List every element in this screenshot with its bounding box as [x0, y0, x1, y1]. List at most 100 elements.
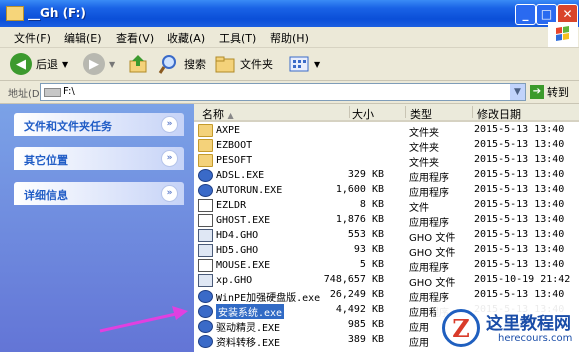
- file-row[interactable]: GHOST.EXE 1,876 KB 应用程序 2015-5-13 13:40: [194, 213, 579, 229]
- file-name: xp.GHO: [198, 274, 252, 287]
- task-group-label: 详细信息: [24, 189, 68, 202]
- minimize-icon: _: [522, 7, 529, 21]
- dropdown-arrow-icon: ▼: [314, 59, 321, 69]
- column-separator[interactable]: [349, 106, 350, 118]
- file-type: 应用程序: [409, 173, 449, 184]
- file-row[interactable]: ADSL.EXE 329 KB 应用程序 2015-5-13 13:40: [194, 168, 579, 184]
- menu-favorites[interactable]: 收藏(A): [167, 30, 205, 46]
- column-separator[interactable]: [405, 106, 406, 118]
- chevron-expand-icon[interactable]: »: [161, 150, 178, 167]
- file-size: 748,657 KB: [323, 274, 384, 285]
- task-pane: 文件和文件夹任务 » 其它位置 » 详细信息 »: [0, 104, 194, 352]
- chevron-expand-icon[interactable]: »: [161, 116, 178, 133]
- back-button[interactable]: ◀ 后退 ▼: [10, 52, 68, 76]
- file-name: EZBOOT: [198, 139, 252, 152]
- file-row[interactable]: HD4.GHO 553 KB GHO 文件 2015-5-13 13:40: [194, 228, 579, 244]
- file-type: GHO 文件: [409, 278, 456, 289]
- windows-logo-icon: [548, 22, 578, 47]
- file-date: 2015-5-13 13:40: [474, 214, 565, 225]
- file-size: 389 KB: [347, 334, 384, 345]
- file-row[interactable]: MOUSE.EXE 5 KB 应用程序 2015-5-13 13:40: [194, 258, 579, 274]
- file-icon: [198, 199, 213, 212]
- go-button[interactable]: ➔ 转到: [530, 84, 569, 100]
- file-name-text: AXPE: [216, 125, 241, 136]
- file-row[interactable]: HD5.GHO 93 KB GHO 文件 2015-5-13 13:40: [194, 243, 579, 259]
- file-date: 2015-5-13 13:40: [474, 154, 565, 165]
- file-type: 文件夹: [409, 158, 439, 169]
- column-name-label: 名称: [202, 108, 224, 121]
- watermark-title: 这里教程网: [486, 314, 571, 334]
- menu-tools[interactable]: 工具(T): [219, 30, 256, 46]
- file-name-text: WinPE加强硬盘版.exe: [216, 293, 321, 304]
- address-value: F:\: [63, 86, 75, 97]
- file-row[interactable]: WinPE加强硬盘版.exe 26,249 KB 应用程序 2015-5-13 13:…: [194, 288, 579, 304]
- search-button[interactable]: 搜索: [158, 52, 206, 76]
- column-type[interactable]: 类型: [410, 106, 432, 122]
- dropdown-arrow-icon: ▼: [109, 59, 116, 69]
- column-date[interactable]: 修改日期: [477, 106, 521, 122]
- menu-view[interactable]: 查看(V): [116, 30, 154, 46]
- search-label: 搜索: [184, 58, 206, 71]
- file-icon: [198, 259, 213, 272]
- folders-label: 文件夹: [240, 58, 273, 71]
- drive-icon: [44, 88, 61, 97]
- column-header: 名称 ▲ 大小 类型 修改日期: [194, 104, 579, 122]
- close-icon: ✕: [562, 7, 573, 21]
- file-type: 应用程序: [409, 188, 449, 199]
- app-icon: [198, 305, 213, 318]
- file-date: 2015-5-13 13:40: [474, 199, 565, 210]
- file-size: 26,249 KB: [329, 289, 384, 300]
- folders-button[interactable]: 文件夹: [214, 52, 273, 76]
- app-icon: [198, 335, 213, 348]
- views-button[interactable]: ▼: [288, 52, 320, 76]
- menu-help[interactable]: 帮助(H): [270, 30, 309, 46]
- file-name-text: PESOFT: [216, 155, 253, 166]
- file-size: 985 KB: [347, 319, 384, 330]
- file-row[interactable]: EZLDR 8 KB 文件 2015-5-13 13:40: [194, 198, 579, 214]
- menu-edit[interactable]: 编辑(E): [64, 30, 102, 46]
- file-name: HD4.GHO: [198, 229, 258, 242]
- address-input[interactable]: F:\ ▼: [40, 83, 526, 101]
- task-group-file-folder[interactable]: 文件和文件夹任务 »: [14, 113, 184, 136]
- file-row[interactable]: xp.GHO 748,657 KB GHO 文件 2015-10-19 21:42: [194, 273, 579, 289]
- toolbar: ◀ 后退 ▼ ▶ ▼ 搜索 文件夹 ▼: [0, 48, 579, 81]
- file-row[interactable]: AUTORUN.EXE 1,600 KB 应用程序 2015-5-13 13:40: [194, 183, 579, 199]
- file-name: EZLDR: [198, 199, 246, 212]
- forward-button[interactable]: ▶ ▼: [83, 52, 115, 76]
- file-row[interactable]: AXPE 文件夹 2015-5-13 13:40: [194, 123, 579, 139]
- file-row[interactable]: PESOFT 文件夹 2015-5-13 13:40: [194, 153, 579, 169]
- file-type: 应用程序: [409, 218, 449, 229]
- column-name[interactable]: 名称 ▲: [202, 106, 234, 122]
- minimize-button[interactable]: _: [515, 4, 536, 25]
- watermark-logo: Z: [442, 309, 480, 347]
- file-name-text: AUTORUN.EXE: [216, 185, 283, 196]
- column-size[interactable]: 大小: [352, 106, 374, 122]
- file-type: 应用: [409, 323, 429, 334]
- file-type: 应用: [409, 338, 429, 349]
- file-size: 5 KB: [359, 259, 384, 270]
- file-row[interactable]: EZBOOT 文件夹 2015-5-13 13:40: [194, 138, 579, 154]
- file-type: GHO 文件: [409, 233, 456, 244]
- back-label: 后退: [36, 58, 58, 71]
- gho-icon: [198, 274, 213, 287]
- address-dropdown-button[interactable]: ▼: [510, 84, 525, 100]
- file-name-text: MOUSE.EXE: [216, 260, 271, 271]
- up-folder-button[interactable]: [128, 52, 150, 76]
- column-separator[interactable]: [472, 106, 473, 118]
- address-label: 地址(D): [8, 89, 44, 100]
- file-type: 应用程序: [409, 293, 449, 304]
- menu-file[interactable]: 文件(F): [14, 30, 51, 46]
- menu-bar: 文件(F) 编辑(E) 查看(V) 收藏(A) 工具(T) 帮助(H): [0, 27, 579, 48]
- task-group-details[interactable]: 详细信息 »: [14, 182, 184, 205]
- up-folder-icon: [129, 55, 147, 73]
- file-size: 1,876 KB: [335, 214, 384, 225]
- gho-icon: [198, 229, 213, 242]
- file-date: 2015-5-13 13:40: [474, 139, 565, 150]
- file-size: 329 KB: [347, 169, 384, 180]
- chevron-expand-icon[interactable]: »: [161, 185, 178, 202]
- file-date: 2015-5-13 13:40: [474, 124, 565, 135]
- task-group-other-places[interactable]: 其它位置 »: [14, 147, 184, 170]
- file-name-text: EZLDR: [216, 200, 247, 211]
- file-name-text: HD4.GHO: [216, 230, 259, 241]
- file-name-text: EZBOOT: [216, 140, 253, 151]
